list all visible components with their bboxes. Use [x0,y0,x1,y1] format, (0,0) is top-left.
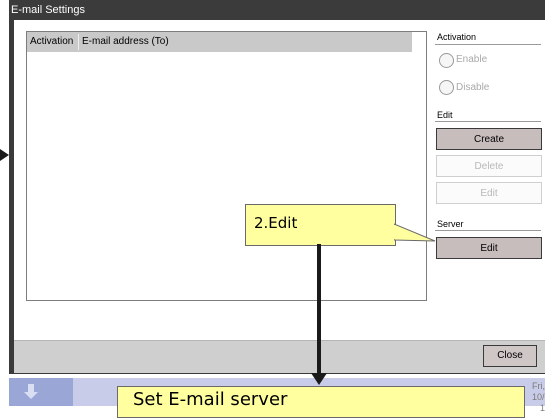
server-group-label: Server [437,219,464,229]
edit-group-divider [435,121,541,122]
edit-callout-text: 2.Edit [254,214,298,232]
callout-connector-line [317,244,321,375]
clock-date: Fri, 10/0 [532,381,545,402]
taskbar-menu-button[interactable] [9,378,73,406]
window-titlebar: E-mail Settings [9,0,545,20]
window-button-bar [14,340,545,373]
activation-group-label: Activation [437,32,477,42]
server-note-text: Set E-mail server [133,389,288,410]
enable-radio-label: Enable [456,54,488,65]
arrow-down-icon [24,384,38,399]
enable-radio[interactable] [439,53,454,68]
column-divider [78,34,79,50]
disable-radio[interactable] [439,80,454,95]
disable-radio-label: Disable [456,82,490,93]
column-header-activation[interactable]: Activation [30,32,73,52]
create-button[interactable]: Create [436,128,542,150]
server-note-callout: Set E-mail server [117,386,525,418]
edit-group-label: Edit [437,110,453,120]
server-group-divider [435,230,541,231]
edit-callout: 2.Edit [245,204,396,246]
delete-button[interactable]: Delete [436,155,542,177]
clock-time: 10: [540,403,545,413]
activation-group-divider [435,44,541,45]
callout-pointer-tail [393,222,436,251]
email-address-table[interactable]: Activation E-mail address (To) [26,31,427,301]
server-edit-button[interactable]: Edit [436,237,542,259]
column-header-email-address[interactable]: E-mail address (To) [82,32,169,52]
table-header: Activation E-mail address (To) [27,32,412,52]
close-button[interactable]: Close [483,345,537,367]
window-title: E-mail Settings [11,4,85,16]
edit-address-button[interactable]: Edit [436,182,542,204]
taskbar-clock: Fri, 10/0 10: [532,381,545,414]
